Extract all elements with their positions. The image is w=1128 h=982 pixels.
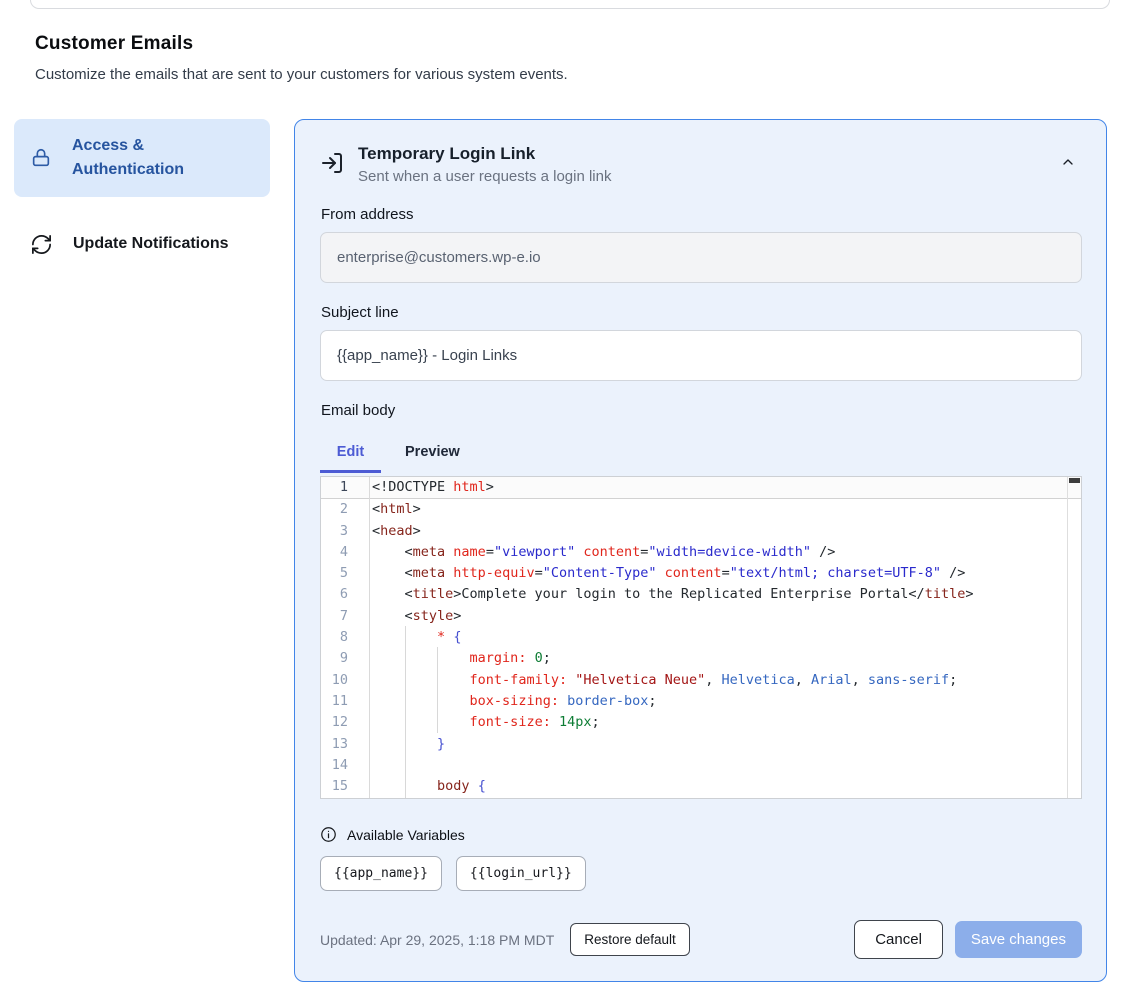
line-number: 10: [321, 670, 369, 691]
tab-edit[interactable]: Edit: [320, 434, 381, 473]
tab-preview[interactable]: Preview: [381, 434, 484, 473]
refresh-icon: [30, 233, 53, 256]
sidebar-item-access-authentication[interactable]: Access & Authentication: [14, 119, 270, 197]
save-changes-button[interactable]: Save changes: [955, 921, 1082, 958]
available-variables-row: Available Variables: [320, 826, 1082, 843]
code-line: 10 font-family: "Helvetica Neue", Helvet…: [321, 670, 1081, 691]
line-number: 4: [321, 542, 369, 563]
code-line: 1<!DOCTYPE html>: [321, 477, 1081, 499]
code-text: body {: [369, 776, 486, 797]
page-title: Customer Emails: [35, 33, 1128, 55]
email-settings-panel: Temporary Login Link Sent when a user re…: [294, 119, 1107, 982]
editor-tabs: EditPreview: [320, 434, 1082, 473]
from-address-input[interactable]: [320, 232, 1082, 283]
variable-chip[interactable]: {{login_url}}: [456, 856, 586, 891]
login-icon: [320, 151, 344, 175]
email-body-label: Email body: [321, 402, 1082, 419]
line-number: 5: [321, 563, 369, 584]
line-number: 14: [321, 755, 369, 776]
gutter-divider: [369, 477, 370, 798]
line-number: 8: [321, 627, 369, 648]
code-text: <style>: [369, 606, 461, 627]
sidebar-item-update-notifications[interactable]: Update Notifications: [14, 217, 270, 271]
code-text: }: [369, 734, 445, 755]
code-text: * {: [369, 627, 461, 648]
info-icon: [320, 826, 337, 843]
line-number: 13: [321, 734, 369, 755]
panel-subtitle: Sent when a user requests a login link: [358, 168, 1040, 185]
email-types-sidebar: Access & Authentication Update Notificati…: [14, 119, 270, 291]
line-number: 1: [321, 477, 369, 498]
line-number: 12: [321, 712, 369, 733]
restore-default-button[interactable]: Restore default: [570, 923, 690, 956]
sidebar-item-label: Update Notifications: [73, 232, 229, 256]
collapse-button[interactable]: [1054, 148, 1082, 179]
sidebar-item-label: Access & Authentication: [72, 134, 254, 182]
line-number: 7: [321, 606, 369, 627]
panel-footer: Updated: Apr 29, 2025, 1:18 PM MDT Resto…: [320, 920, 1082, 959]
line-number: 11: [321, 691, 369, 712]
panel-header: Temporary Login Link Sent when a user re…: [320, 144, 1082, 185]
code-line: 13 }: [321, 734, 1081, 755]
cancel-button[interactable]: Cancel: [854, 920, 943, 959]
code-line: 4 <meta name="viewport" content="width=d…: [321, 542, 1081, 563]
code-line: 9 margin: 0;: [321, 648, 1081, 669]
code-editor-lines: 1<!DOCTYPE html>2<html>3<head>4 <meta na…: [321, 477, 1081, 799]
variable-chip[interactable]: {{app_name}}: [320, 856, 442, 891]
code-line: 12 font-size: 14px;: [321, 712, 1081, 733]
code-line: 11 box-sizing: border-box;: [321, 691, 1081, 712]
from-address-label: From address: [321, 206, 1082, 223]
line-number: 2: [321, 499, 369, 520]
variable-chips: {{app_name}} {{login_url}}: [320, 856, 1082, 891]
lock-icon: [30, 147, 52, 169]
code-text: <html>: [369, 499, 421, 520]
code-line: 3<head>: [321, 521, 1081, 542]
code-text: font-size: 14px;: [369, 712, 600, 733]
code-editor[interactable]: 1<!DOCTYPE html>2<html>3<head>4 <meta na…: [320, 476, 1082, 799]
line-number: 15: [321, 776, 369, 797]
indent-guide: [437, 647, 438, 733]
code-line: 15 body {: [321, 776, 1081, 797]
code-text: <meta name="viewport" content="width=dev…: [369, 542, 835, 563]
line-number: 16: [321, 797, 369, 799]
code-line: 8 * {: [321, 627, 1081, 648]
code-text: <head>: [369, 521, 421, 542]
editor-scrollbar-thumb[interactable]: [1069, 478, 1080, 483]
code-line: 2<html>: [321, 499, 1081, 520]
line-number: 9: [321, 648, 369, 669]
code-line: 6 <title>Complete your login to the Repl…: [321, 584, 1081, 605]
line-number: 3: [321, 521, 369, 542]
code-line: 5 <meta http-equiv="Content-Type" conten…: [321, 563, 1081, 584]
indent-guide: [405, 626, 406, 798]
editor-scrollbar-track[interactable]: [1067, 477, 1068, 798]
chevron-up-icon: [1060, 154, 1076, 173]
code-line: 16 background-color: #f6f9fc;: [321, 797, 1081, 799]
subject-line-input[interactable]: [320, 330, 1082, 381]
line-number: 6: [321, 584, 369, 605]
code-text: font-family: "Helvetica Neue", Helvetica…: [369, 670, 957, 691]
panel-title: Temporary Login Link: [358, 144, 1040, 164]
code-line: 14: [321, 755, 1081, 776]
code-text: box-sizing: border-box;: [369, 691, 657, 712]
code-text: <meta http-equiv="Content-Type" content=…: [369, 563, 965, 584]
available-variables-label: Available Variables: [347, 827, 465, 843]
code-text: <title>Complete your login to the Replic…: [369, 584, 973, 605]
top-card-bottom-edge: [30, 0, 1110, 9]
subject-line-label: Subject line: [321, 304, 1082, 321]
main-content: Access & Authentication Update Notificati…: [14, 119, 1107, 982]
code-text: margin: 0;: [369, 648, 551, 669]
updated-timestamp: Updated: Apr 29, 2025, 1:18 PM MDT: [320, 932, 554, 948]
panel-header-text: Temporary Login Link Sent when a user re…: [358, 144, 1040, 185]
code-text: <!DOCTYPE html>: [369, 477, 494, 498]
code-line: 7 <style>: [321, 606, 1081, 627]
code-text: background-color: #f6f9fc;: [369, 797, 681, 799]
page-subtitle: Customize the emails that are sent to yo…: [35, 66, 1128, 83]
